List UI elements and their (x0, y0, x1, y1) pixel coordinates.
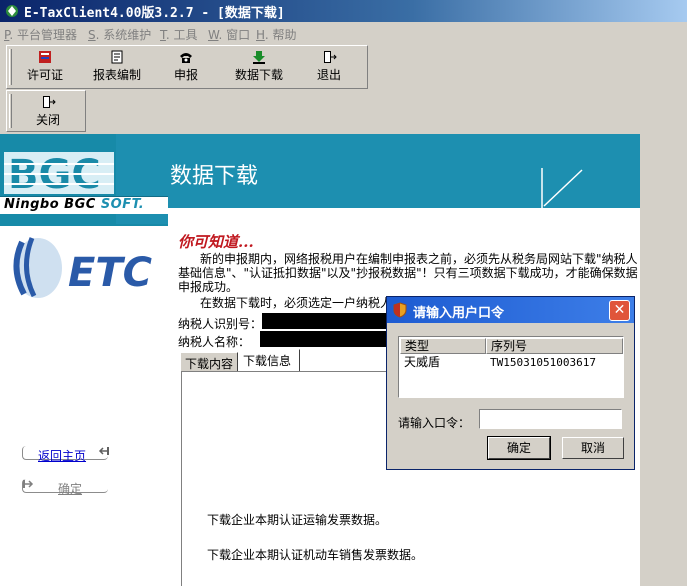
taxpayer-id-redacted (262, 313, 390, 329)
report-edit-button[interactable]: 报表编制 (85, 50, 149, 86)
menu-tools[interactable]: T. 工具 (160, 26, 198, 43)
back-arrow-icon[interactable] (98, 446, 110, 456)
taxpayer-name-label: 纳税人名称： (178, 335, 251, 349)
main-toolbar: 许可证 报表编制 申报 数据下载 退出 (6, 45, 368, 89)
tab-download-content[interactable]: 下载内容 (180, 352, 238, 372)
page-title: 数据下载 (170, 164, 259, 189)
ok-button[interactable]: 确定 (487, 436, 551, 460)
etc-logo: ETC (13, 237, 152, 298)
toolbar-grip-2[interactable] (9, 94, 12, 128)
data-download-button[interactable]: 数据下载 (229, 50, 289, 86)
exit-button[interactable]: 退出 (305, 50, 353, 86)
phone-declare-icon (180, 53, 192, 63)
chart-icon (541, 168, 583, 211)
cert-type-cell[interactable]: 天威盾 (400, 355, 486, 370)
cancel-button[interactable]: 取消 (562, 437, 624, 459)
menu-help[interactable]: H. 帮助 (256, 26, 296, 43)
dialog-title: 请输入用户口令 (413, 306, 505, 321)
home-link[interactable]: 返回主页 (38, 447, 86, 464)
company-name: Ningbo BGC SOFT. (4, 197, 145, 212)
exit-icon (324, 51, 337, 63)
menu-window[interactable]: W. 窗口 (208, 26, 250, 43)
list-item: 下载企业本期认证机动车销售发票数据。 (207, 548, 424, 562)
confirm-link: 确定 (58, 482, 83, 496)
did-you-know-title: 你可知道... (178, 233, 254, 251)
dialog-title-bar[interactable]: 请输入用户口令 ✕ (387, 297, 634, 323)
certificate-list[interactable]: 类型 序列号 天威盾 TW15031051003617 (398, 336, 624, 398)
column-header-serial[interactable]: 序列号 (486, 338, 623, 354)
license-icon (39, 51, 51, 63)
close-icon[interactable]: ✕ (609, 300, 630, 321)
svg-text:ETC: ETC (68, 250, 152, 296)
taxpayer-id-label: 纳税人识别号： (178, 317, 263, 331)
cert-serial-cell[interactable]: TW15031051003617 (486, 355, 623, 370)
app-icon (6, 5, 18, 17)
menu-system-maintenance[interactable]: S. 系统维护 (88, 26, 151, 43)
notice-line-3: 申报成功。 (178, 280, 239, 294)
close-button[interactable]: 关闭 (21, 95, 75, 131)
taxpayer-name-redacted (260, 331, 390, 347)
brand-mark: NBBGC SOFT (542, 213, 605, 222)
tab-download-info[interactable]: 下载信息 (238, 349, 300, 371)
forward-arrow-icon (23, 480, 34, 488)
child-toolbar: 关闭 (6, 90, 86, 132)
right-gutter (640, 134, 687, 586)
list-item: 下载企业本期认证运输发票数据。 (207, 513, 388, 527)
window-title: E-TaxClient4.00版3.2.7 - [数据下载] (24, 6, 285, 21)
license-button[interactable]: 许可证 (19, 50, 71, 86)
password-input[interactable] (479, 409, 622, 429)
notice-line-2: 基础信息"、"认证抵扣数据"以及"抄报税数据"！只有三项数据下载成功，才能确保数… (178, 266, 638, 280)
menu-bar: P. 平台管理器 S. 系统维护 T. 工具 W. 窗口 H. 帮助 (0, 24, 687, 44)
password-label: 请输入口令： (398, 416, 471, 430)
menu-platform-manager[interactable]: P. 平台管理器 (4, 26, 77, 43)
password-dialog: 请输入用户口令 ✕ 类型 序列号 天威盾 TW15031051003617 请输… (386, 296, 635, 470)
bgc-logo: BGC (4, 152, 114, 196)
shield-icon (393, 302, 407, 318)
close-door-icon (43, 96, 56, 108)
window-title-bar: E-TaxClient4.00版3.2.7 - [数据下载] (0, 0, 687, 22)
declare-button[interactable]: 申报 (163, 50, 209, 86)
notice-line-1: 新的申报期内，网络报税用户在编制申报表之前，必须先从税务局网站下载"纳税人 (200, 252, 638, 266)
download-icon (253, 51, 265, 64)
notice-line-4: 在数据下载时，必须选定一户纳税人 (200, 296, 393, 310)
report-edit-icon (111, 50, 123, 64)
column-header-type[interactable]: 类型 (400, 338, 486, 354)
toolbar-grip[interactable] (9, 49, 12, 85)
